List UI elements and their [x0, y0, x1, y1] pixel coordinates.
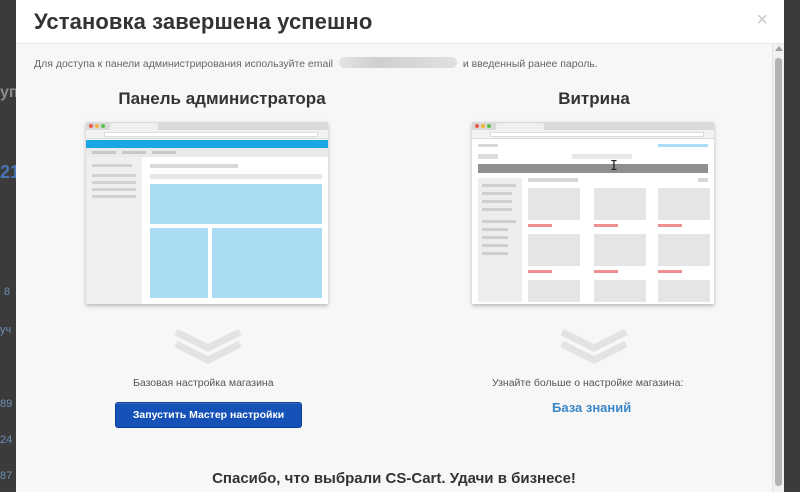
background-fragment: уч — [0, 324, 12, 336]
thank-you-message: Спасибо, что выбрали CS-Cart. Удачи в би… — [212, 470, 576, 487]
admin-panel-title: Панель администратора — [118, 89, 326, 108]
storefront-preview — [472, 122, 714, 304]
background-fragment: 24 — [0, 434, 13, 446]
scroll-up-icon[interactable] — [775, 46, 783, 51]
background-right-strip — [784, 0, 800, 492]
scroll-thumb[interactable] — [775, 58, 782, 486]
admin-panel-column: Панель администратора — [72, 88, 372, 110]
installation-complete-modal: Установка завершена успешно × Для доступ… — [16, 0, 784, 492]
background-fragment: 89 — [0, 398, 13, 410]
double-chevron-down-icon — [174, 328, 242, 364]
background-left-strip — [0, 0, 16, 492]
start-setup-wizard-button[interactable]: Запустить Мастер настройки — [115, 402, 302, 428]
admin-access-notice: Для доступа к панели администрирования и… — [34, 57, 598, 70]
modal-header: Установка завершена успешно × — [16, 0, 784, 44]
notice-text-before: Для доступа к панели администрирования и… — [34, 58, 333, 70]
double-chevron-down-icon — [560, 328, 628, 364]
modal-scrollbar[interactable] — [772, 44, 784, 492]
knowledge-base-link[interactable]: База знаний — [552, 400, 631, 415]
modal-title: Установка завершена успешно — [34, 9, 373, 34]
storefront-title: Витрина — [558, 89, 630, 108]
text-cursor-icon: I — [610, 159, 618, 174]
modal-body: Для доступа к панели администрирования и… — [16, 44, 772, 492]
storefront-column: Витрина — [444, 88, 744, 110]
close-icon[interactable]: × — [756, 10, 768, 30]
storefront-caption: Узнайте больше о настройке магазина: — [492, 377, 684, 389]
notice-text-after: и введенный ранее пароль. — [462, 58, 598, 70]
background-fragment: 8 — [4, 286, 11, 298]
admin-panel-preview — [86, 122, 328, 304]
admin-caption: Базовая настройка магазина — [133, 377, 274, 389]
background-fragment: 87 — [0, 470, 13, 482]
blurred-email — [338, 57, 457, 68]
